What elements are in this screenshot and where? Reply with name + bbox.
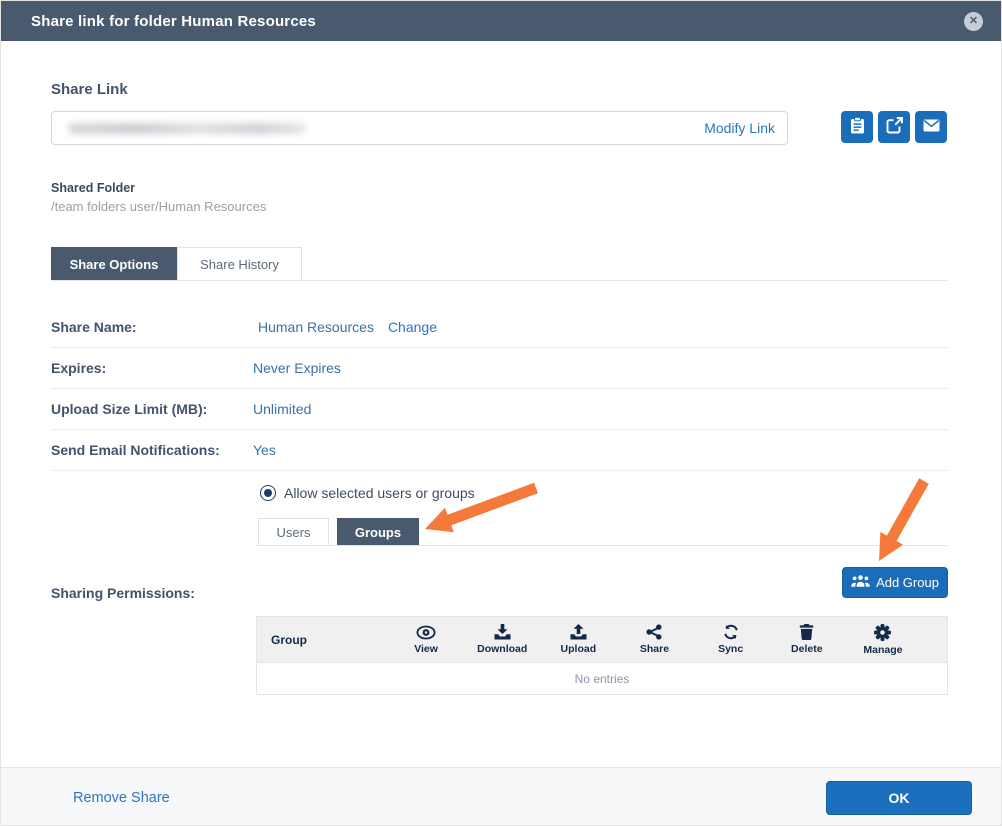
dialog-title: Share link for folder Human Resources: [31, 12, 316, 30]
remove-share-link[interactable]: Remove Share: [73, 790, 170, 806]
upload-size-limit-label: Upload Size Limit (MB):: [51, 401, 208, 417]
tab-share-options[interactable]: Share Options: [51, 247, 177, 281]
envelope-icon: [923, 119, 940, 135]
allow-selected-radio[interactable]: [260, 485, 276, 501]
open-external-icon: [886, 117, 903, 137]
column-view[interactable]: View: [388, 617, 464, 662]
permissions-table-header: Group View Download Upload Share Sync De…: [257, 617, 947, 663]
column-share[interactable]: Share: [616, 617, 692, 662]
shared-folder-label: Shared Folder: [51, 181, 136, 195]
share-name-value: Human Resources: [258, 319, 374, 335]
shared-folder-path: /team folders user/Human Resources: [51, 199, 267, 214]
expires-label: Expires:: [51, 360, 107, 376]
share-nodes-icon: [646, 624, 662, 640]
close-icon[interactable]: ✕: [964, 11, 983, 31]
column-download[interactable]: Download: [464, 617, 540, 662]
share-name-label: Share Name:: [51, 319, 137, 335]
share-name-row: Share Name: Human Resources Change: [51, 307, 948, 348]
orange-arrow-add-group: [879, 478, 929, 561]
download-icon: [494, 624, 511, 640]
tabs-divider: [51, 280, 948, 281]
gear-icon: [874, 623, 892, 641]
eye-icon: [416, 625, 436, 640]
add-group-button[interactable]: Add Group: [842, 567, 948, 598]
allow-selected-radio-row: Allow selected users or groups: [260, 485, 475, 501]
upload-size-limit-row: Upload Size Limit (MB): Unlimited: [51, 389, 948, 430]
column-group: Group: [271, 632, 307, 647]
column-sync[interactable]: Sync: [693, 617, 769, 662]
subtabs-divider: [256, 545, 948, 546]
allow-selected-radio-label: Allow selected users or groups: [284, 485, 475, 501]
permissions-empty-row: No entries: [574, 671, 630, 686]
clipboard-icon: [850, 116, 865, 137]
tab-groups[interactable]: Groups: [337, 518, 419, 546]
open-link-button[interactable]: [878, 111, 910, 143]
change-share-name-link[interactable]: Change: [388, 319, 437, 335]
add-group-label: Add Group: [876, 575, 939, 590]
column-upload[interactable]: Upload: [540, 617, 616, 662]
modify-link-button[interactable]: Modify Link: [704, 120, 775, 136]
share-link-input[interactable]: Modify Link: [51, 111, 788, 145]
share-link-label: Share Link: [51, 81, 128, 98]
expires-value[interactable]: Never Expires: [253, 360, 341, 376]
ok-button[interactable]: OK: [826, 780, 972, 815]
email-link-button[interactable]: [915, 111, 947, 143]
email-notifications-row: Send Email Notifications: Yes: [51, 430, 948, 471]
dialog-footer: Remove Share OK: [1, 767, 1001, 825]
column-manage[interactable]: Manage: [845, 617, 921, 662]
email-notifications-label: Send Email Notifications:: [51, 442, 220, 458]
share-options-panel: Share Name: Human Resources Change Expir…: [51, 307, 948, 471]
sharing-permissions-label: Sharing Permissions:: [51, 585, 195, 601]
sync-icon: [723, 624, 739, 640]
tab-users[interactable]: Users: [258, 518, 329, 546]
share-link-actions: [841, 111, 948, 143]
permissions-table: Group View Download Upload Share Sync De…: [256, 616, 948, 695]
trash-icon: [799, 624, 814, 640]
share-link-value-redacted: [68, 122, 306, 134]
main-tabs: Share Options Share History: [51, 247, 302, 281]
copy-link-button[interactable]: [841, 111, 873, 143]
share-link-dialog: Share link for folder Human Resources ✕ …: [0, 0, 1002, 826]
dialog-titlebar: Share link for folder Human Resources ✕: [1, 1, 1001, 41]
expires-row: Expires: Never Expires: [51, 348, 948, 389]
user-group-icon: [851, 574, 870, 591]
email-notifications-value[interactable]: Yes: [253, 442, 276, 458]
upload-size-limit-value[interactable]: Unlimited: [253, 401, 311, 417]
tab-share-history[interactable]: Share History: [177, 247, 302, 281]
column-delete[interactable]: Delete: [769, 617, 845, 662]
upload-icon: [570, 624, 587, 640]
users-groups-tabs: Users Groups: [258, 518, 419, 546]
